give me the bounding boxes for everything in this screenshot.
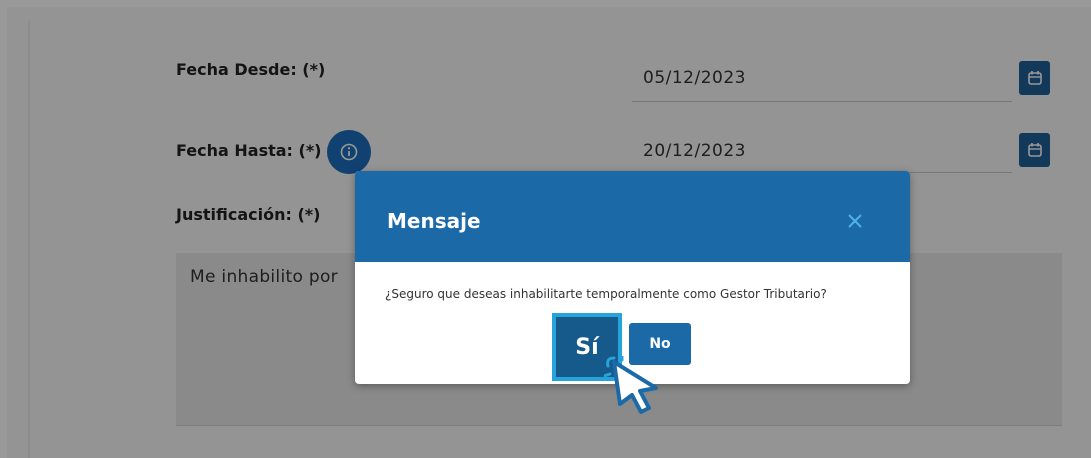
- pointer-cursor-icon: [604, 356, 658, 414]
- dialog-message: ¿Seguro que deseas inhabilitarte tempora…: [385, 287, 827, 301]
- dialog-header: Mensaje: [355, 171, 910, 262]
- dialog-title: Mensaje: [387, 209, 481, 233]
- close-icon[interactable]: [847, 213, 863, 229]
- confirm-dialog: Mensaje ¿Seguro que deseas inhabilitarte…: [355, 171, 910, 384]
